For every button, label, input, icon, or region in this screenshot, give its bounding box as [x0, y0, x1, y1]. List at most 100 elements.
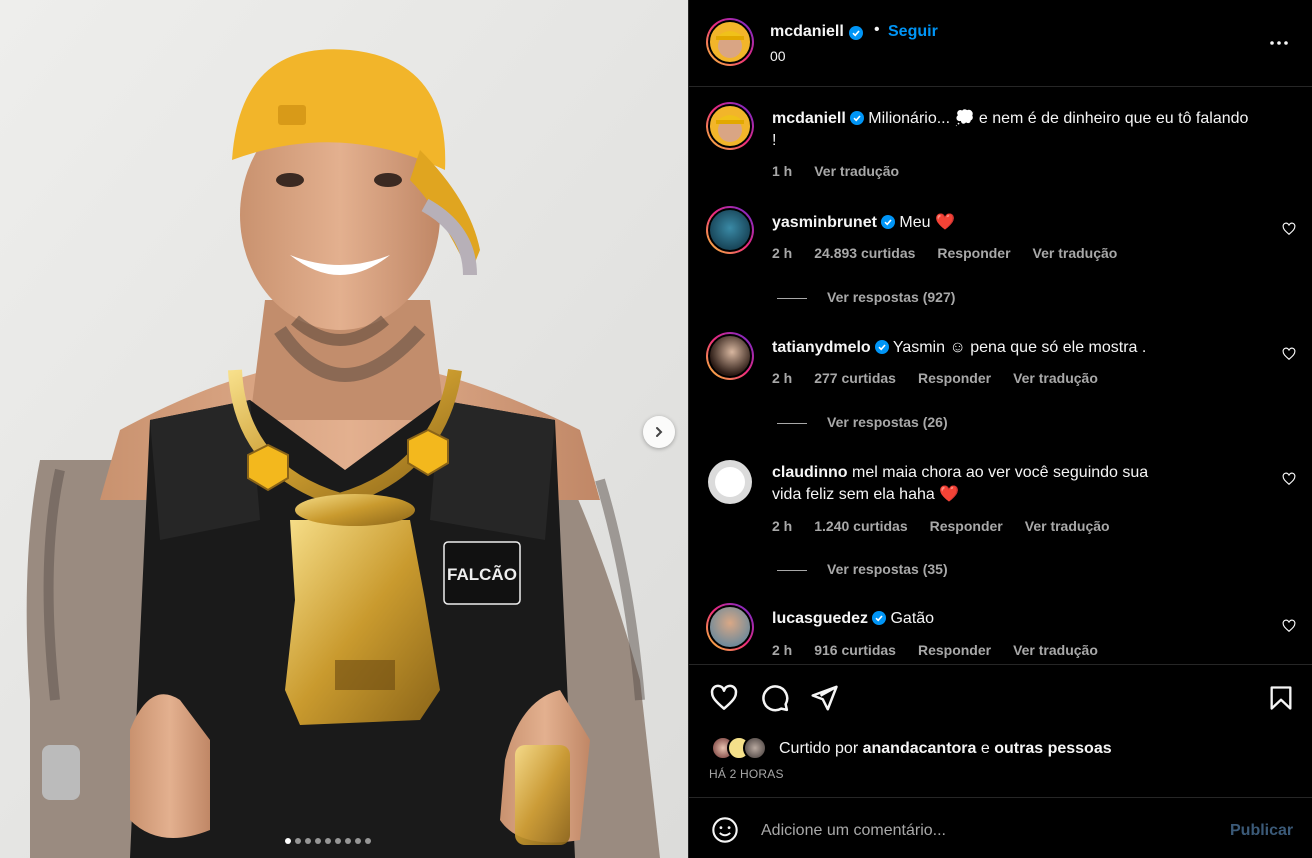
next-slide-button[interactable] — [643, 416, 675, 448]
carousel-dot — [355, 838, 361, 844]
verified-badge-icon — [874, 340, 889, 354]
comment-time[interactable]: 2 h — [772, 642, 792, 658]
liked-by: Curtido por anandacantora e outras pesso… — [689, 735, 1312, 765]
carousel-dot — [325, 838, 331, 844]
comment-likes[interactable]: 277 curtidas — [814, 370, 896, 386]
verified-badge-icon — [880, 215, 895, 229]
carousel-dot — [365, 838, 371, 844]
liker-avatar[interactable] — [743, 736, 767, 760]
emoji-smiley-icon[interactable] — [711, 816, 739, 844]
comment-translate[interactable]: Ver tradução — [1033, 245, 1118, 261]
comment-item: tatianydmelo Yasmin ☺ pena que só ele mo… — [689, 324, 1312, 444]
comment-translate[interactable]: Ver tradução — [1025, 518, 1110, 534]
author-avatar[interactable] — [706, 18, 754, 66]
comment-username[interactable]: lucasguedez — [772, 610, 868, 627]
author-username[interactable]: mcdaniell — [770, 23, 844, 41]
liked-by-others[interactable]: outras pessoas — [994, 740, 1111, 757]
more-horizontal-icon[interactable] — [1267, 31, 1291, 55]
comment-avatar[interactable] — [706, 206, 754, 254]
comment-reply-button[interactable]: Responder — [930, 518, 1003, 534]
comment-time[interactable]: 2 h — [772, 245, 792, 261]
comment-item: yasminbrunet Meu ❤️ 2 h 24.893 curtidas Re… — [689, 196, 1312, 316]
view-replies-button[interactable]: Ver respostas (26) — [777, 414, 948, 430]
caption-time[interactable]: 1 h — [772, 163, 792, 179]
replies-line — [777, 297, 807, 299]
comment-text: Gatão — [890, 610, 935, 627]
share-send-icon[interactable] — [809, 683, 839, 713]
comment-bubble-icon[interactable] — [760, 683, 790, 713]
comment-text: Meu ❤️ — [899, 214, 955, 231]
add-comment-bar: Publicar — [689, 798, 1312, 858]
view-replies-button[interactable]: Ver respostas (927) — [777, 289, 955, 305]
comment-avatar[interactable] — [706, 603, 754, 651]
comment-body: yasminbrunet Meu ❤️ — [772, 212, 1252, 234]
liked-by-user[interactable]: anandacantora — [863, 740, 977, 757]
caption-translate[interactable]: Ver tradução — [814, 163, 899, 179]
comment-meta: 2 h 1.240 curtidas Responder Ver tradução — [772, 518, 1132, 534]
avatar-image — [716, 115, 744, 142]
comment-item: claudinno mel maia chora ao ver você seg… — [689, 450, 1312, 590]
comment-translate[interactable]: Ver tradução — [1013, 642, 1098, 658]
comment-body: lucasguedez Gatão — [772, 608, 1252, 630]
comment-meta: 2 h 916 curtidas Responder Ver tradução — [772, 642, 1120, 658]
verified-badge-icon — [849, 111, 864, 125]
comment-reply-button[interactable]: Responder — [918, 642, 991, 658]
comment-avatar-default[interactable] — [708, 460, 752, 504]
view-replies-label: Ver respostas (26) — [827, 414, 948, 430]
caption-body: mcdaniell Milionário... 💭 e nem é de din… — [772, 108, 1252, 152]
comment-meta: 2 h 24.893 curtidas Responder Ver tradução — [772, 245, 1139, 261]
action-bar — [689, 665, 1312, 731]
carousel-dot — [335, 838, 341, 844]
comment-reply-button[interactable]: Responder — [918, 370, 991, 386]
post-side-panel: mcdaniell • Seguir 00 mcdaniell Milionár… — [689, 0, 1312, 858]
comment-avatar[interactable] — [706, 332, 754, 380]
comment-like-heart-icon[interactable] — [1282, 222, 1296, 236]
caption-meta: 1 h Ver tradução — [772, 163, 921, 179]
default-avatar-icon — [715, 467, 745, 497]
comment-translate[interactable]: Ver tradução — [1013, 370, 1098, 386]
comment-username[interactable]: yasminbrunet — [772, 214, 877, 231]
liked-by-text: Curtido por anandacantora e outras pesso… — [779, 740, 1112, 758]
post-timestamp[interactable]: HÁ 2 HORAS — [709, 767, 784, 781]
view-replies-label: Ver respostas (35) — [827, 561, 948, 577]
verified-badge-icon — [872, 611, 887, 625]
post-header: mcdaniell • Seguir 00 — [689, 0, 1312, 86]
post-location[interactable]: 00 — [770, 48, 786, 64]
comment-meta: 2 h 277 curtidas Responder Ver tradução — [772, 370, 1120, 386]
comment-username[interactable]: tatianydmelo — [772, 339, 871, 356]
comment-input[interactable] — [759, 816, 1203, 846]
comment-reply-button[interactable]: Responder — [937, 245, 1010, 261]
caption-username[interactable]: mcdaniell — [772, 110, 846, 127]
vest-patch-text: FALCÃO — [447, 564, 517, 584]
post-photo[interactable]: FALCÃO — [0, 0, 688, 858]
comment-time[interactable]: 2 h — [772, 518, 792, 534]
replies-line — [777, 569, 807, 571]
avatar-image — [716, 31, 744, 58]
comment-like-heart-icon[interactable] — [1282, 619, 1296, 633]
view-replies-button[interactable]: Ver respostas (35) — [777, 561, 948, 577]
chevron-right-icon — [656, 427, 663, 437]
carousel-dot — [345, 838, 351, 844]
publish-button[interactable]: Publicar — [1230, 822, 1293, 840]
carousel-dot — [305, 838, 311, 844]
view-replies-label: Ver respostas (927) — [827, 289, 956, 305]
comment-likes[interactable]: 916 curtidas — [814, 642, 896, 658]
carousel-dots — [285, 838, 371, 844]
comment-time[interactable]: 2 h — [772, 370, 792, 386]
follow-button[interactable]: Seguir — [888, 23, 938, 41]
liked-by-prefix: Curtido por — [779, 740, 859, 757]
caption-avatar[interactable] — [706, 102, 754, 150]
comment-like-heart-icon[interactable] — [1282, 472, 1296, 486]
comment-likes[interactable]: 24.893 curtidas — [814, 245, 915, 261]
carousel-dot-active — [285, 838, 291, 844]
caption: mcdaniell Milionário... 💭 e nem é de din… — [689, 87, 1312, 187]
comment-body: claudinno mel maia chora ao ver você seg… — [772, 462, 1172, 506]
comment-likes[interactable]: 1.240 curtidas — [814, 518, 907, 534]
comment-username[interactable]: claudinno — [772, 464, 848, 481]
carousel-dot — [315, 838, 321, 844]
post-image: FALCÃO — [0, 0, 688, 858]
like-heart-icon[interactable] — [709, 683, 739, 713]
comment-like-heart-icon[interactable] — [1282, 347, 1296, 361]
liked-by-connector: e — [980, 740, 990, 757]
bookmark-save-icon[interactable] — [1267, 683, 1295, 713]
